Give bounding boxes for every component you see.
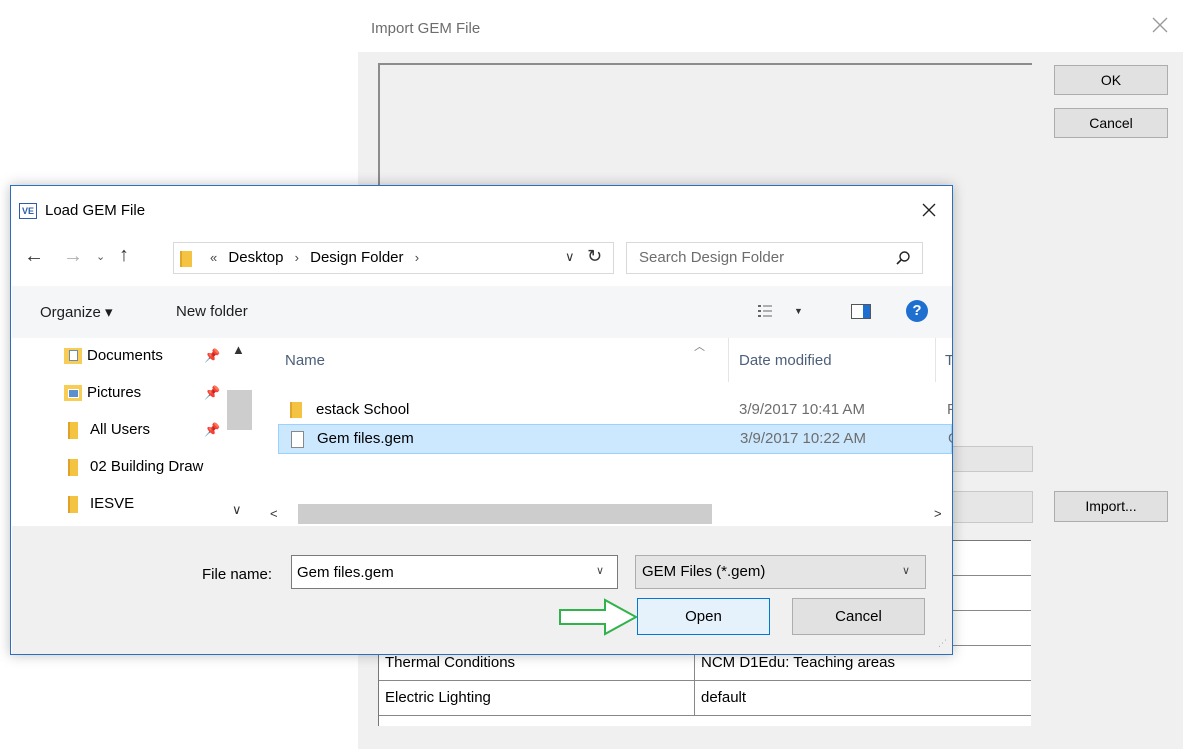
view-options-icon[interactable] [757, 303, 773, 319]
file-type-select[interactable]: GEM Files (*.gem) ∨ [635, 555, 926, 589]
file-type-value: GEM Files (*.gem) [642, 563, 766, 580]
dialog-title: Load GEM File [45, 202, 146, 219]
column-divider[interactable] [728, 338, 729, 382]
scroll-left-arrow-icon[interactable]: < [270, 506, 278, 521]
search-icon[interactable] [895, 250, 911, 266]
search-box[interactable]: Search Design Folder [626, 242, 923, 274]
chevron-down-icon[interactable]: ⌄ [96, 250, 105, 263]
column-header-name[interactable]: Name [285, 352, 325, 369]
file-name-label: File name: [202, 566, 273, 583]
folder-icon [68, 496, 78, 513]
preview-pane-icon[interactable] [851, 304, 871, 319]
sidebar-item-label: 02 Building Draw [90, 458, 204, 475]
file-list[interactable]: ︿ Name Date modified T estack School 3/9… [258, 338, 952, 526]
cancel-button[interactable]: Cancel [792, 598, 925, 635]
import-dialog-title: Import GEM File [371, 20, 481, 37]
new-folder-button[interactable]: New folder [176, 303, 248, 320]
chevron-right-icon[interactable]: › [295, 250, 299, 265]
file-date: 3/9/2017 10:41 AM [739, 401, 865, 418]
property-label: Electric Lighting [379, 681, 695, 715]
cancel-button[interactable]: Cancel [1054, 108, 1168, 138]
close-icon[interactable] [917, 198, 941, 222]
file-type: F [947, 401, 952, 418]
help-icon[interactable]: ? [906, 300, 928, 322]
breadcrumb-design-folder[interactable]: Design Folder [310, 249, 403, 266]
up-arrow-icon[interactable]: ↑ [119, 244, 129, 267]
ok-button[interactable]: OK [1054, 65, 1168, 95]
table-row[interactable]: Electric Lighting default [379, 681, 1031, 716]
caret-down-icon[interactable]: ▼ [794, 306, 803, 316]
column-divider[interactable] [935, 338, 936, 382]
organize-menu[interactable]: Organize ▾ [40, 303, 113, 321]
pin-icon[interactable]: 📌 [204, 348, 220, 364]
address-bar[interactable]: « Desktop › Design Folder › ∨ ↻ [173, 242, 614, 274]
annotation-arrow-icon [559, 598, 639, 636]
chevron-down-icon[interactable]: ∨ [902, 564, 910, 577]
folder-icon [180, 251, 192, 267]
pictures-icon [64, 385, 82, 401]
breadcrumb[interactable]: « Desktop › Design Folder › [210, 249, 426, 266]
scroll-right-arrow-icon[interactable]: > [934, 506, 942, 521]
command-bar: Organize ▾ New folder ▼ ? [12, 286, 952, 338]
sidebar-item-label: Documents [87, 347, 163, 364]
property-value[interactable]: default [695, 681, 1031, 715]
close-icon[interactable] [1147, 12, 1173, 38]
back-arrow-icon[interactable]: ← [24, 245, 44, 268]
breadcrumb-desktop[interactable]: Desktop [228, 249, 283, 266]
vertical-scrollbar[interactable] [225, 338, 252, 526]
file-name: Gem files.gem [317, 430, 414, 447]
scrollbar-thumb[interactable] [227, 390, 252, 430]
sort-caret-icon: ︿ [694, 341, 705, 353]
scroll-down-arrow-icon[interactable]: ∨ [232, 502, 242, 518]
file-name: estack School [316, 401, 410, 418]
file-icon [291, 431, 304, 448]
file-date: 3/9/2017 10:22 AM [740, 430, 866, 447]
file-type: G [948, 430, 952, 447]
chevron-down-icon[interactable]: ∨ [596, 564, 604, 577]
import-button[interactable]: Import... [1054, 491, 1168, 522]
pin-icon[interactable]: 📌 [204, 385, 220, 401]
navigation-pane[interactable]: Documents 📌 Pictures 📌 All Users 📌 02 Bu… [12, 338, 253, 526]
forward-arrow-icon[interactable]: → [63, 245, 83, 268]
refresh-icon[interactable]: ↻ [587, 246, 602, 267]
resize-grip-icon[interactable]: ⋰ [938, 638, 947, 649]
breadcrumb-overflow[interactable]: « [210, 250, 217, 265]
folder-icon [290, 402, 302, 418]
list-item-selected[interactable]: Gem files.gem 3/9/2017 10:22 AM G [278, 424, 952, 454]
column-header-date[interactable]: Date modified [739, 352, 832, 369]
sidebar-item-label: All Users [90, 421, 151, 438]
chevron-down-icon[interactable]: ∨ [565, 249, 575, 265]
sidebar-item-label: IESVE [90, 495, 135, 512]
scrollbar-thumb[interactable] [298, 504, 712, 524]
folder-icon [68, 459, 78, 476]
scroll-up-arrow-icon[interactable]: ▲ [232, 342, 245, 357]
pin-icon[interactable]: 📌 [204, 422, 220, 438]
dialog-footer: File name: ∨ GEM Files (*.gem) ∨ Open Ca… [12, 526, 952, 654]
load-gem-dialog: VE Load GEM File ← → ⌄ ↑ « Desktop › Des… [10, 185, 953, 655]
column-header-type[interactable]: T [945, 352, 952, 369]
list-item[interactable]: estack School 3/9/2017 10:41 AM F [278, 396, 952, 426]
search-input[interactable]: Search Design Folder [639, 249, 784, 266]
folder-icon [68, 422, 78, 439]
sidebar-item-label: Pictures [87, 384, 142, 401]
ve-app-icon: VE [19, 203, 37, 219]
open-button[interactable]: Open [637, 598, 770, 635]
documents-icon [64, 348, 82, 364]
chevron-right-icon[interactable]: › [415, 250, 419, 265]
file-name-input[interactable] [291, 555, 618, 589]
